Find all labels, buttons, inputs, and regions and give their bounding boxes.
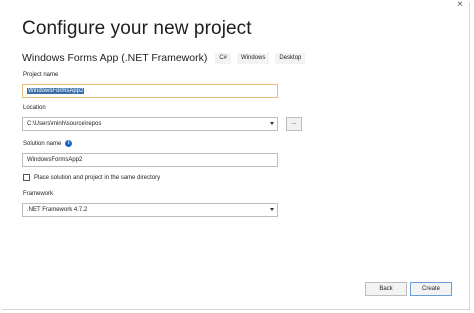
project-name-value: WindowsFormsApp2 (27, 88, 85, 94)
tag-platform: Windows (237, 52, 270, 64)
configure-project-dialog: × Configure your new project Windows For… (2, 0, 470, 310)
template-header: Windows Forms App (.NET Framework) C# Wi… (22, 52, 311, 64)
info-icon[interactable]: i (65, 140, 73, 147)
page-title: Configure your new project (22, 18, 252, 39)
location-label: Location (23, 105, 46, 111)
location-combobox[interactable]: C:\Users\minh\source\repos (22, 117, 278, 131)
solution-name-label-row: Solution name i (23, 140, 73, 148)
framework-value: .NET Framework 4.7.2 (27, 207, 88, 213)
chevron-down-icon[interactable] (270, 208, 274, 211)
tag-language: C# (215, 52, 232, 64)
solution-name-input[interactable]: WindowsFormsApp2 (22, 153, 278, 167)
close-icon[interactable]: × (457, 0, 463, 10)
back-button[interactable]: Back (365, 282, 407, 296)
project-name-label: Project name (23, 72, 59, 78)
same-directory-option[interactable]: Place solution and project in the same d… (23, 174, 160, 181)
create-button[interactable]: Create (410, 282, 452, 296)
project-name-input[interactable]: WindowsFormsApp2 (22, 84, 278, 98)
tag-project-type: Desktop (275, 52, 306, 64)
same-directory-label: Place solution and project in the same d… (34, 174, 161, 181)
solution-name-value: WindowsFormsApp2 (27, 157, 83, 163)
browse-location-button[interactable]: ... (286, 117, 302, 131)
template-name: Windows Forms App (.NET Framework) (22, 52, 208, 64)
chevron-down-icon[interactable] (270, 122, 274, 125)
solution-name-label: Solution name (23, 141, 62, 148)
location-value: C:\Users\minh\source\repos (27, 121, 102, 127)
framework-select[interactable]: .NET Framework 4.7.2 (22, 203, 278, 217)
same-directory-checkbox[interactable] (23, 174, 30, 181)
framework-label: Framework (23, 191, 54, 197)
